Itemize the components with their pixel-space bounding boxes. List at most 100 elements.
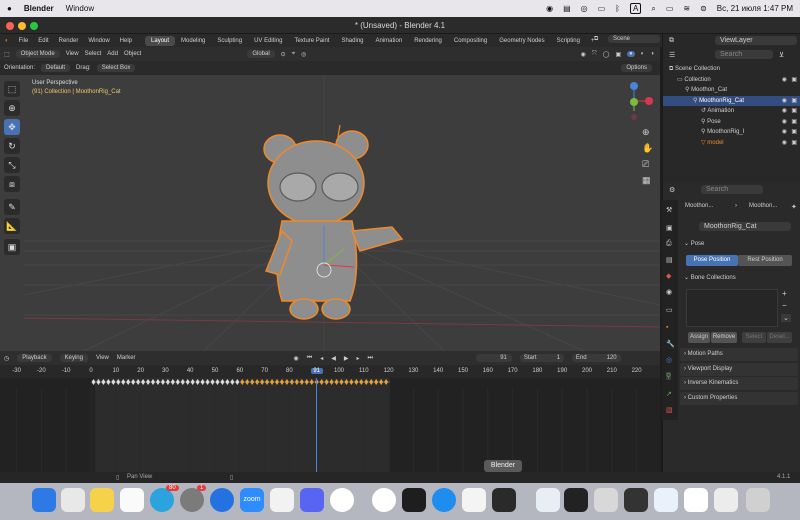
playhead[interactable] <box>316 378 317 472</box>
mac-app-menu[interactable]: Blender <box>24 4 54 13</box>
view-layer-tab-icon[interactable]: ▤ <box>666 256 673 264</box>
keyframe[interactable] <box>180 379 185 385</box>
safari-icon[interactable] <box>432 488 456 512</box>
keyframe[interactable] <box>131 379 136 385</box>
render-camera-icon[interactable]: ▣ <box>791 127 797 137</box>
rest-position-button[interactable]: Rest Position <box>738 255 792 266</box>
keyframe[interactable] <box>250 379 255 385</box>
keyframe[interactable] <box>270 379 275 385</box>
mac-clock[interactable]: Вс, 21 июля 1:47 PM <box>717 4 793 13</box>
zoom-view-icon[interactable]: ⊕ <box>642 127 650 138</box>
keyframe[interactable] <box>344 379 349 385</box>
pin-icon[interactable]: ✦ <box>791 203 797 211</box>
3d-viewport[interactable]: User Perspective (91) Collection | Mooth… <box>24 75 660 351</box>
window-thumbnail-1[interactable] <box>564 488 588 512</box>
outliner-item[interactable]: ⚲ MoothonRig_Cat ◉ ▣ <box>663 95 800 106</box>
overlay-icon[interactable]: ◯ <box>603 51 610 58</box>
bone-collections-list[interactable] <box>686 289 778 327</box>
minimize-window-button[interactable] <box>18 22 26 30</box>
collapsed-section[interactable]: › Inverse Kinematics <box>680 377 798 390</box>
timeline-view-menu[interactable]: View <box>96 355 109 361</box>
keyframe[interactable] <box>205 379 210 385</box>
tab-rendering[interactable]: Rendering <box>408 36 448 46</box>
keyframe[interactable] <box>275 379 279 385</box>
keyframe[interactable] <box>304 379 309 385</box>
select-tool-icon[interactable]: ⬚ <box>4 81 20 97</box>
keyframe[interactable] <box>284 379 289 385</box>
keyframe[interactable] <box>240 379 245 385</box>
keyframe[interactable] <box>279 379 284 385</box>
object-tab-icon[interactable]: ▪ <box>666 324 668 331</box>
add-bone-collection-icon[interactable]: + <box>782 289 787 298</box>
menu-render[interactable]: Render <box>54 38 84 44</box>
keyframe[interactable] <box>160 379 165 385</box>
keyframe[interactable] <box>299 379 304 385</box>
close-window-button[interactable] <box>6 22 14 30</box>
timeline-area[interactable] <box>0 378 660 472</box>
window-thumbnail-4[interactable] <box>654 488 678 512</box>
keyframe[interactable] <box>146 379 151 385</box>
outliner-item[interactable]: ▽ model ◉ ▣ <box>663 138 800 148</box>
telegram-icon[interactable] <box>150 488 174 512</box>
keyframe[interactable] <box>294 379 299 385</box>
view-layer-selector[interactable]: ViewLayer <box>715 36 797 45</box>
chrome-app-icon[interactable] <box>372 488 396 512</box>
shading-rendered-icon[interactable]: ◑ <box>650 51 660 57</box>
visibility-eye-icon[interactable]: ◉ <box>782 106 787 116</box>
window-thumbnail-3[interactable] <box>624 488 648 512</box>
pan-view-icon[interactable]: ✋ <box>642 143 653 154</box>
shading-solid-icon[interactable]: ● <box>627 51 635 57</box>
prev-keyframe-icon[interactable]: ◂ <box>320 355 323 362</box>
render-camera-icon[interactable]: ▣ <box>791 138 797 148</box>
auto-keying-icon[interactable]: ◉ <box>294 355 299 362</box>
keyframe[interactable] <box>289 379 294 385</box>
window-thumbnail-6[interactable] <box>714 488 738 512</box>
tab-sculpting[interactable]: Sculpting <box>211 36 248 46</box>
keyframe[interactable] <box>364 379 369 385</box>
bone-constraint-tab-icon[interactable]: ▧ <box>666 406 673 414</box>
tab-uv-editing[interactable]: UV Editing <box>248 36 288 46</box>
maps-icon[interactable] <box>210 488 234 512</box>
keyframe[interactable] <box>384 379 389 385</box>
navigation-gizmo[interactable] <box>616 81 656 125</box>
keyframe[interactable] <box>111 379 116 385</box>
render-camera-icon[interactable]: ▣ <box>791 96 797 106</box>
tab-layout[interactable]: Layout <box>145 35 176 46</box>
keyframe[interactable] <box>225 379 230 385</box>
end-frame-field[interactable]: End 120 <box>571 354 621 362</box>
remove-bone-collection-icon[interactable]: − <box>782 301 787 310</box>
world-tab-icon[interactable]: ◉ <box>666 288 672 296</box>
physics-tab-icon[interactable]: ◎ <box>666 356 672 364</box>
notes-icon[interactable] <box>90 488 114 512</box>
deselect-button[interactable]: Desel... <box>767 332 792 343</box>
record-icon[interactable]: ◉ <box>546 4 553 13</box>
bluetooth-icon[interactable]: ᛒ <box>615 4 620 13</box>
gizmo-icon[interactable]: ⤧ <box>592 51 597 58</box>
keyframe[interactable] <box>309 379 314 385</box>
outliner-editor-icon[interactable]: ☰ <box>669 51 675 59</box>
unity-hub-icon[interactable] <box>462 488 486 512</box>
keyframe[interactable] <box>165 379 170 385</box>
yandex-browser-icon[interactable] <box>330 488 354 512</box>
properties-editor-icon[interactable]: ⚙ <box>669 186 675 194</box>
transform-tool-icon[interactable]: ⧈ <box>4 176 20 192</box>
visibility-eye-icon[interactable]: ◉ <box>782 75 787 85</box>
blender-app-icon[interactable] <box>492 488 516 512</box>
next-keyframe-icon[interactable]: ▸ <box>356 355 359 362</box>
finder-icon[interactable] <box>32 488 56 512</box>
keyframe[interactable] <box>334 379 339 385</box>
bone-collections-header[interactable]: ⌄ Bone Collections <box>680 272 798 285</box>
pivot-icon[interactable]: ⊙ <box>281 51 286 58</box>
modifier-tab-icon[interactable]: 🔧 <box>666 340 675 348</box>
keyframe[interactable] <box>260 379 265 385</box>
keyframe[interactable] <box>185 379 190 385</box>
render-tab-icon[interactable]: ▣ <box>666 224 673 232</box>
control-center-icon[interactable]: ⊜ <box>700 4 707 13</box>
scene-tab-icon[interactable]: ◆ <box>666 272 671 280</box>
drag-selector[interactable]: Select Box <box>96 64 136 72</box>
perspective-toggle-icon[interactable]: ▦ <box>642 175 651 186</box>
blender-logo-icon[interactable]: ◐ <box>0 38 14 44</box>
output-tab-icon[interactable]: ⎙ <box>666 240 672 248</box>
select-button[interactable]: Select <box>742 332 766 343</box>
system-settings-icon[interactable] <box>180 488 204 512</box>
